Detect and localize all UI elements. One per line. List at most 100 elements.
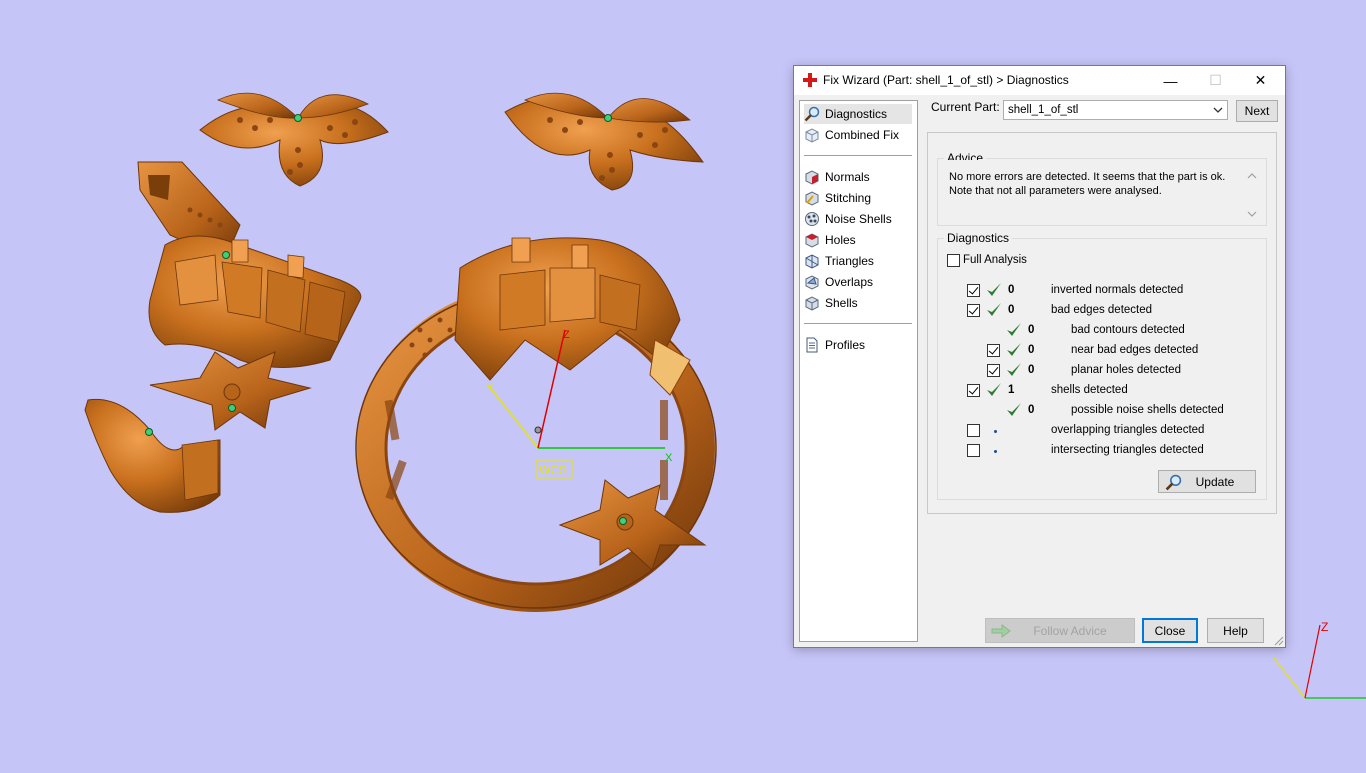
nav-label: Profiles	[825, 338, 866, 352]
red-cross-icon	[803, 73, 817, 87]
advice-group: Advice No more errors are detected. It s…	[937, 151, 1267, 226]
follow-advice-button[interactable]: Follow Advice	[985, 618, 1135, 643]
cube-icon	[805, 128, 819, 143]
nav-label: Overlaps	[825, 275, 874, 289]
green-check-icon	[987, 383, 1001, 396]
noise-shells-count: 0	[1028, 404, 1035, 416]
current-part-label: Current Part:	[931, 100, 1000, 114]
green-check-icon	[1007, 323, 1021, 336]
wizard-nav: Diagnostics Combined Fix Normals Stitchi…	[799, 100, 918, 642]
overlapping-triangles-checkbox[interactable]	[967, 424, 980, 437]
nav-label: Noise Shells	[825, 212, 892, 226]
pending-dot-icon	[994, 430, 997, 433]
update-button[interactable]: Update	[1158, 470, 1256, 493]
advice-text: No more errors are detected. It seems th…	[949, 171, 1239, 198]
inverted-normals-count: 0	[1008, 284, 1015, 296]
near-bad-edges-checkbox[interactable]	[987, 344, 1000, 357]
shells-count: 1	[1008, 384, 1015, 396]
ring-part[interactable]	[355, 237, 717, 612]
resize-grip-icon[interactable]	[1273, 635, 1284, 646]
green-check-icon	[987, 283, 1001, 296]
full-analysis-checkbox[interactable]	[947, 254, 960, 267]
nav-item-overlaps[interactable]: Overlaps	[804, 272, 912, 292]
nav-label: Shells	[825, 296, 858, 310]
close-window-button[interactable]: ✕	[1238, 66, 1283, 95]
nav-label: Holes	[825, 233, 856, 247]
nav-item-holes[interactable]: Holes	[804, 230, 912, 250]
corner-axis-triad: Z	[1273, 620, 1366, 699]
nav-divider	[804, 155, 912, 156]
triangles-icon	[805, 254, 819, 269]
stitching-icon	[805, 191, 819, 206]
nav-divider	[804, 323, 912, 324]
bad-edges-label: bad edges detected	[1051, 304, 1153, 316]
update-button-label: Update	[1195, 474, 1235, 489]
minimize-button[interactable]: —	[1148, 66, 1193, 95]
advice-scrollbar[interactable]	[1245, 170, 1259, 220]
axis-y-label: Y	[486, 382, 494, 394]
fix-wizard-dialog: Fix Wizard (Part: shell_1_of_stl) > Diag…	[793, 65, 1286, 648]
planar-holes-checkbox[interactable]	[987, 364, 1000, 377]
main-panel: Advice No more errors are detected. It s…	[927, 132, 1277, 514]
minimize-icon: —	[1163, 72, 1178, 89]
nav-label: Diagnostics	[825, 107, 888, 121]
intersecting-triangles-checkbox[interactable]	[967, 444, 980, 457]
shells-checkbox[interactable]	[967, 384, 980, 397]
current-part-select[interactable]: shell_1_of_stl	[1003, 100, 1228, 120]
near-bad-edges-count: 0	[1028, 344, 1035, 356]
maximize-icon: ☐	[1209, 72, 1222, 88]
magnifier-icon	[804, 106, 820, 122]
flower-part-top-right[interactable]	[504, 92, 705, 191]
arrow-right-icon	[991, 624, 1011, 638]
planar-holes-label: planar holes detected	[1071, 364, 1181, 376]
nav-item-triangles[interactable]: Triangles	[804, 251, 912, 271]
corner-axis-z-label: Z	[1321, 620, 1328, 634]
green-check-icon	[1007, 403, 1021, 416]
noise-shells-label: possible noise shells detected	[1071, 404, 1224, 416]
nav-item-combined-fix[interactable]: Combined Fix	[804, 125, 912, 145]
wcs-label: WCS	[539, 463, 567, 477]
nav-item-normals[interactable]: Normals	[804, 167, 912, 187]
nav-label: Normals	[825, 170, 870, 184]
document-icon	[806, 337, 818, 353]
nav-item-noise-shells[interactable]: Noise Shells	[804, 209, 912, 229]
diagnostics-group: Diagnostics Full Analysis 0 inverted nor…	[937, 231, 1267, 500]
follow-advice-label: Follow Advice	[1033, 623, 1107, 638]
noise-shells-icon	[805, 212, 819, 226]
green-check-icon	[987, 303, 1001, 316]
nav-item-diagnostics[interactable]: Diagnostics	[804, 104, 912, 124]
shells-icon	[805, 296, 819, 311]
nav-label: Combined Fix	[825, 128, 900, 142]
diagnostics-title: Diagnostics	[944, 231, 1013, 245]
pending-dot-icon	[994, 450, 997, 453]
next-button[interactable]: Next	[1236, 100, 1278, 122]
title-bar[interactable]: Fix Wizard (Part: shell_1_of_stl) > Diag…	[794, 66, 1285, 95]
window-title: Fix Wizard (Part: shell_1_of_stl) > Diag…	[823, 73, 1069, 87]
current-part-value: shell_1_of_stl	[1008, 104, 1079, 116]
bad-edges-checkbox[interactable]	[967, 304, 980, 317]
green-check-icon	[1007, 363, 1021, 376]
nav-item-profiles[interactable]: Profiles	[804, 335, 912, 355]
flower-part-top-left[interactable]	[199, 92, 389, 187]
advice-line-2: Note that not all parameters were analys…	[949, 184, 1162, 197]
axis-z-label: Z	[563, 329, 570, 341]
maximize-button[interactable]: ☐	[1193, 66, 1238, 95]
overlapping-triangles-label: overlapping triangles detected	[1051, 424, 1205, 436]
bad-contours-count: 0	[1028, 324, 1035, 336]
inverted-normals-checkbox[interactable]	[967, 284, 980, 297]
nav-label: Stitching	[825, 191, 872, 205]
hook-part[interactable]	[84, 398, 221, 513]
chevron-down-icon	[1213, 107, 1223, 113]
advice-box: No more errors are detected. It seems th…	[939, 160, 1265, 224]
nav-item-stitching[interactable]: Stitching	[804, 188, 912, 208]
close-button[interactable]: Close	[1142, 618, 1198, 643]
near-bad-edges-label: near bad edges detected	[1071, 344, 1199, 356]
help-button-label: Help	[1223, 623, 1248, 638]
close-icon: ✕	[1254, 72, 1267, 88]
bad-edges-count: 0	[1008, 304, 1015, 316]
nav-item-shells[interactable]: Shells	[804, 293, 912, 313]
close-button-label: Close	[1154, 623, 1186, 638]
advice-line-1: No more errors are detected. It seems th…	[949, 171, 1226, 183]
full-analysis-label: Full Analysis	[963, 254, 1027, 266]
help-button[interactable]: Help	[1207, 618, 1264, 643]
